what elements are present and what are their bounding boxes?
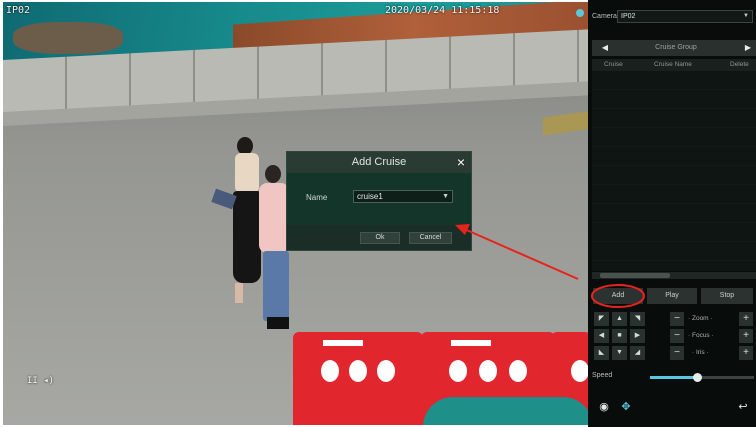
pan-down-right-icon[interactable]: ◢ (630, 346, 645, 360)
pan-up-left-icon[interactable]: ◤ (594, 312, 609, 326)
back-icon[interactable]: ↩ (734, 398, 752, 416)
pan-down-icon[interactable]: ▼ (612, 346, 627, 360)
table-scrollbar[interactable] (592, 272, 756, 279)
ptz-stop-icon[interactable]: ■ (612, 329, 627, 343)
pan-down-left-icon[interactable]: ◣ (594, 346, 609, 360)
camera-select-value: IP02 (621, 13, 636, 20)
dialog-body: Name cruise1 ▼ (287, 173, 471, 225)
name-label: Name (306, 193, 328, 202)
column-delete: Delete (730, 61, 749, 68)
pan-up-icon[interactable]: ▲ (612, 312, 627, 326)
dialog-header: Add Cruise × (287, 152, 471, 173)
osd-audio-status: II ◂) (27, 376, 55, 386)
cruise-group-title: Cruise Group (655, 44, 697, 51)
iris-label: · Iris · (692, 349, 709, 356)
iris-minus-button[interactable]: − (670, 346, 684, 360)
cancel-button[interactable]: Cancel (409, 232, 452, 244)
chevron-down-icon: ▼ (743, 13, 749, 19)
play-button[interactable]: Play (647, 288, 697, 304)
speed-slider-fill (650, 376, 697, 379)
cruise-group-nav: ◀ Cruise Group ▶ (592, 40, 756, 56)
water-barrier-1 (293, 332, 423, 425)
pan-left-icon[interactable]: ◀ (594, 329, 609, 343)
focus-plus-button[interactable]: + (739, 329, 753, 343)
chevron-down-icon: ▼ (442, 193, 449, 200)
close-icon[interactable]: × (457, 152, 465, 173)
prev-group-icon[interactable]: ◀ (597, 40, 613, 56)
ptz-move-icon[interactable]: ✥ (617, 398, 635, 416)
speed-label: Speed (592, 372, 613, 379)
speed-slider[interactable] (650, 373, 754, 382)
focus-minus-button[interactable]: − (670, 329, 684, 343)
osd-camera-name: IP02 (6, 5, 31, 16)
column-cruise: Cruise (604, 61, 623, 68)
stop-button[interactable]: Stop (701, 288, 753, 304)
zoom-out-button[interactable]: − (670, 312, 684, 326)
osd-timestamp: 2020/03/24 11:15:18 (385, 5, 500, 16)
pan-up-right-icon[interactable]: ◥ (630, 312, 645, 326)
dialog-title: Add Cruise (351, 156, 407, 168)
camera-select[interactable]: IP02 ▼ (617, 10, 753, 23)
column-cruise-name: Cruise Name (654, 61, 692, 68)
record-indicator-icon (576, 9, 584, 17)
focus-label: · Focus · (688, 332, 714, 339)
cruise-name-value: cruise1 (357, 192, 383, 201)
zoom-label: · Zoom · (688, 315, 713, 322)
zoom-in-button[interactable]: + (739, 312, 753, 326)
ptz-control-panel: Camera IP02 ▼ ◀ Cruise Group ▶ Cruise Cr… (588, 0, 756, 427)
cruise-table-header: Cruise Cruise Name Delete (592, 59, 756, 71)
cruise-name-select[interactable]: cruise1 ▼ (353, 190, 453, 203)
add-cruise-dialog: Add Cruise × Name cruise1 ▼ Ok Cancel (286, 151, 472, 251)
ptz-direction-pad: ◤ ▲ ◥ ◀ ■ ▶ ◣ ▼ ◢ − · Zoom · + − · Focus… (592, 312, 756, 362)
next-group-icon[interactable]: ▶ (740, 40, 756, 56)
speed-slider-handle[interactable] (692, 373, 702, 382)
rock-pile (13, 22, 123, 54)
add-button[interactable]: Add (593, 288, 643, 304)
preset-icon[interactable]: ◉ (595, 398, 613, 416)
ok-button[interactable]: Ok (360, 232, 400, 244)
pan-right-icon[interactable]: ▶ (630, 329, 645, 343)
iris-plus-button[interactable]: + (739, 346, 753, 360)
tarp-bottom (423, 397, 588, 425)
cruise-table-body[interactable] (592, 71, 756, 271)
camera-label: Camera (592, 13, 617, 20)
